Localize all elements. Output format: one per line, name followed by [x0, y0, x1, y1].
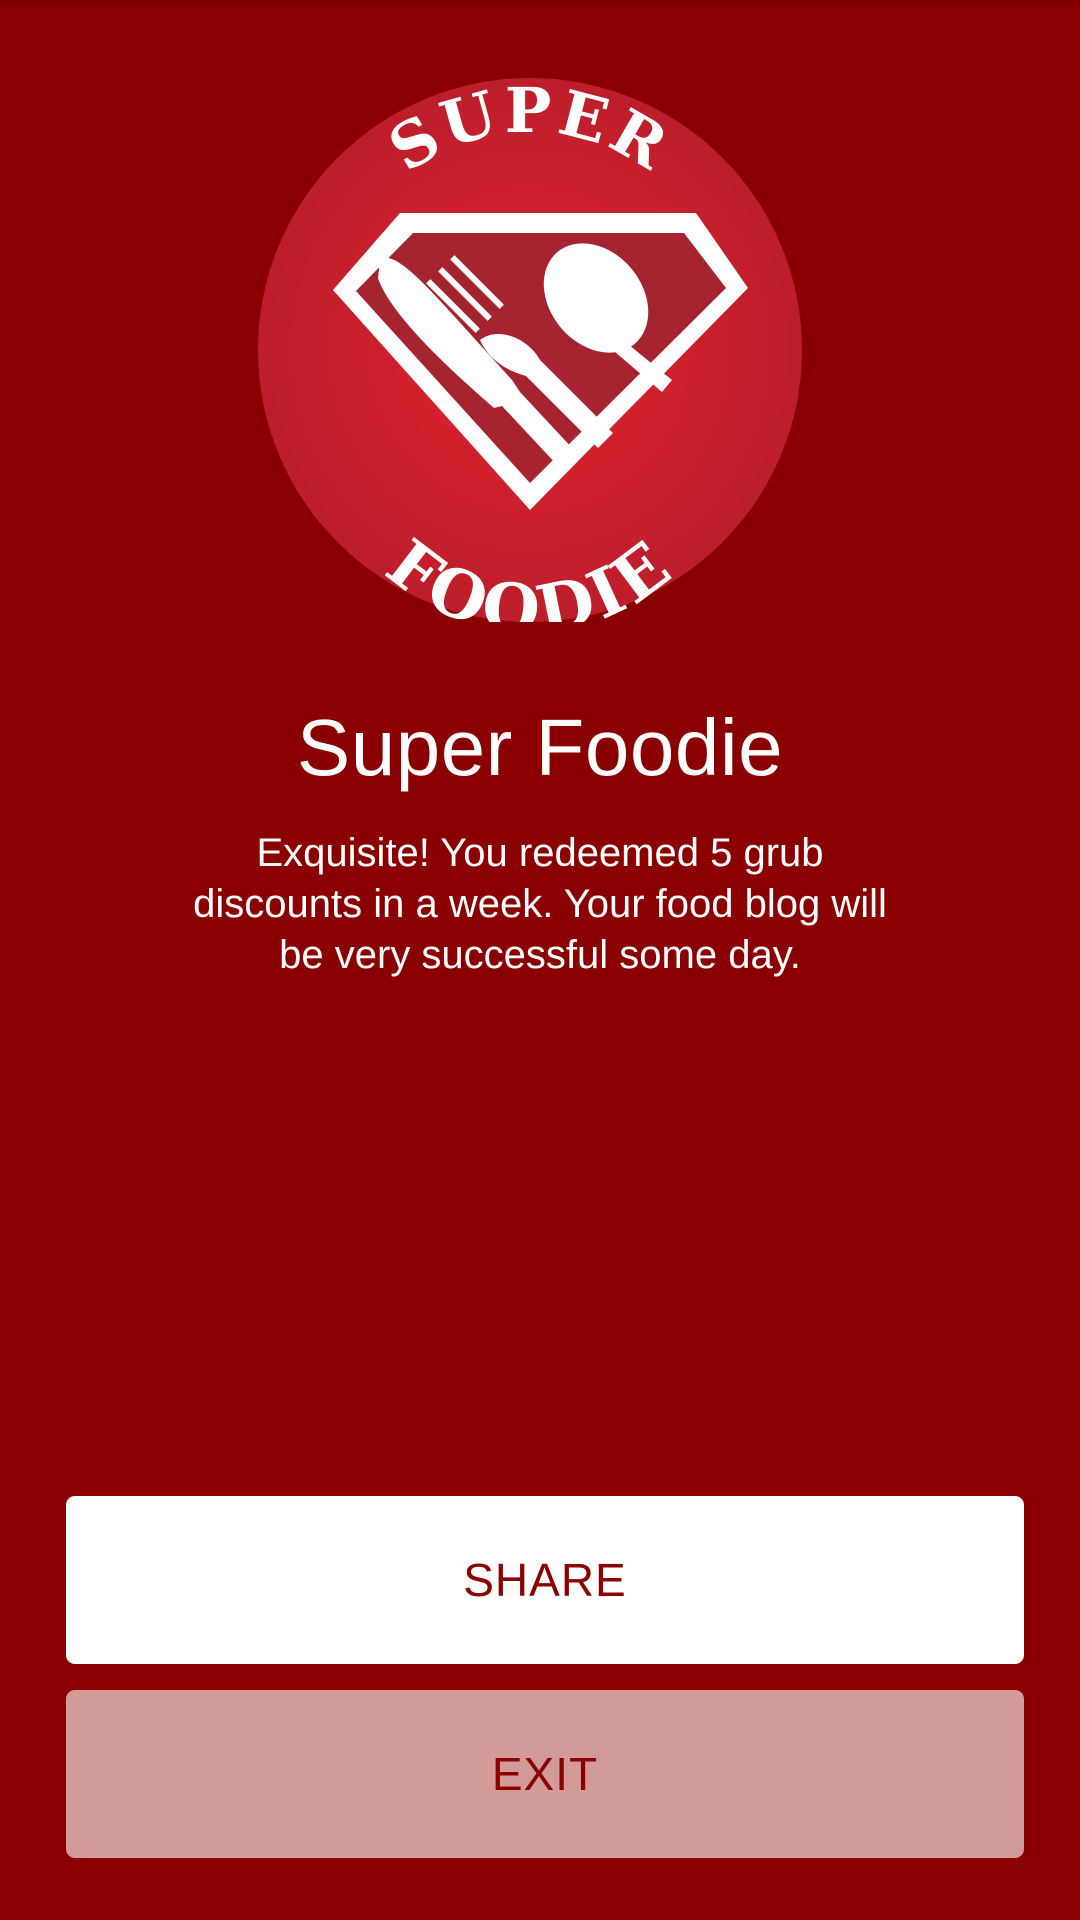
exit-button-label: EXIT — [491, 1748, 599, 1800]
exit-button[interactable]: EXIT — [66, 1690, 1024, 1858]
achievement-message: Exquisite! You redeemed 5 grub discounts… — [193, 831, 887, 977]
share-button-label: SHARE — [463, 1554, 627, 1606]
share-button[interactable]: SHARE — [66, 1496, 1024, 1664]
status-bar-edge — [0, 0, 1080, 3]
super-foodie-badge: SUPER FOODIE — [258, 78, 802, 622]
achievement-title: Super Foodie — [296, 703, 784, 792]
